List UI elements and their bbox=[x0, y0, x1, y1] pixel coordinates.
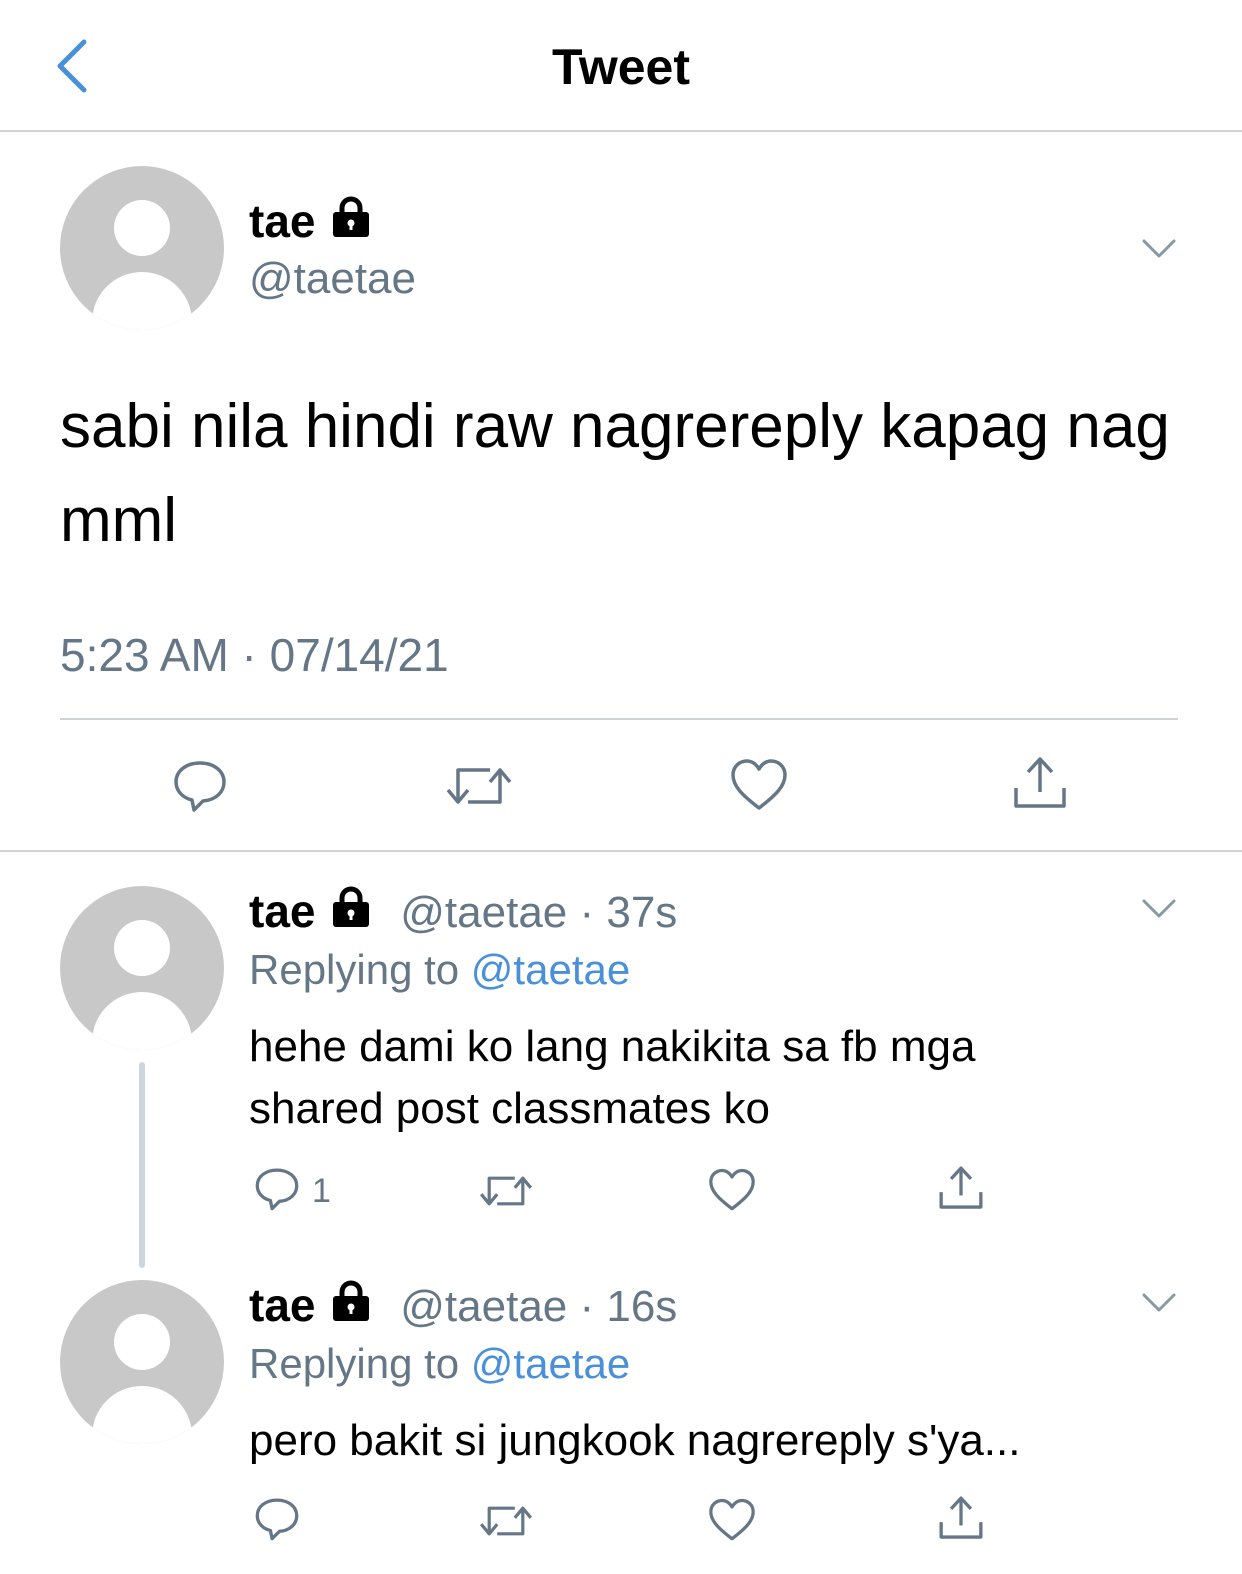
replying-to-label: Replying to bbox=[249, 1340, 460, 1387]
mention-link[interactable]: @taetae bbox=[471, 1340, 630, 1387]
avatar[interactable] bbox=[60, 886, 224, 1050]
author-name-row[interactable]: tae bbox=[249, 194, 373, 250]
thread-line bbox=[139, 1062, 145, 1268]
replying-to-label: Replying to bbox=[249, 946, 460, 993]
share-icon[interactable] bbox=[1010, 754, 1070, 817]
reply-icon[interactable] bbox=[254, 1496, 300, 1547]
like-icon[interactable] bbox=[730, 758, 788, 817]
reply-text-line: shared post classmates ko bbox=[249, 1084, 770, 1133]
handle-and-time: @taetae · 37s bbox=[400, 888, 678, 937]
chevron-down-icon[interactable] bbox=[1142, 1292, 1176, 1314]
retweet-icon[interactable] bbox=[478, 1170, 534, 1217]
share-icon[interactable] bbox=[936, 1494, 986, 1547]
replying-to: Replying to @taetae bbox=[249, 1340, 630, 1388]
reply-text-line: hehe dami ko lang nakikita sa fb mga bbox=[249, 1022, 976, 1071]
reply-header[interactable]: tae @taetae · 37s bbox=[249, 884, 677, 940]
divider bbox=[60, 718, 1178, 720]
replying-to: Replying to @taetae bbox=[249, 946, 630, 994]
author-handle[interactable]: @taetae bbox=[249, 254, 416, 304]
retweet-icon[interactable] bbox=[478, 1500, 534, 1547]
chevron-down-icon[interactable] bbox=[1142, 898, 1176, 920]
author-name: tae bbox=[249, 885, 316, 937]
reply-text-line: pero bakit si jungkook nagrereply s'ya..… bbox=[249, 1416, 1021, 1465]
retweet-icon[interactable] bbox=[444, 760, 514, 817]
chevron-down-icon[interactable] bbox=[1142, 238, 1176, 260]
avatar[interactable] bbox=[60, 166, 224, 330]
reply-header[interactable]: tae @taetae · 16s bbox=[249, 1278, 677, 1334]
like-icon[interactable] bbox=[708, 1498, 756, 1547]
mention-link[interactable]: @taetae bbox=[471, 946, 630, 993]
lock-icon bbox=[329, 1279, 373, 1334]
lock-icon bbox=[329, 885, 373, 940]
divider bbox=[0, 850, 1242, 852]
author-name: tae bbox=[249, 195, 316, 247]
avatar[interactable] bbox=[60, 1280, 224, 1444]
reply-icon[interactable] bbox=[172, 758, 228, 819]
tweet-timestamp: 5:23 AM · 07/14/21 bbox=[60, 629, 449, 681]
share-icon[interactable] bbox=[936, 1164, 986, 1217]
reply-text: pero bakit si jungkook nagrereply s'ya..… bbox=[249, 1410, 1020, 1472]
reply-text: hehe dami ko lang nakikita sa fb mga sha… bbox=[249, 1016, 975, 1140]
tweet-text: sabi nila hindi raw nagrereply kapag nag… bbox=[60, 392, 1170, 555]
reply-icon[interactable] bbox=[254, 1166, 300, 1217]
page-title: Tweet bbox=[552, 39, 690, 95]
like-icon[interactable] bbox=[708, 1168, 756, 1217]
lock-icon bbox=[329, 195, 373, 250]
author-name: tae bbox=[249, 1279, 316, 1331]
reply-count: 1 bbox=[312, 1172, 331, 1210]
handle-and-time: @taetae · 16s bbox=[400, 1282, 678, 1331]
